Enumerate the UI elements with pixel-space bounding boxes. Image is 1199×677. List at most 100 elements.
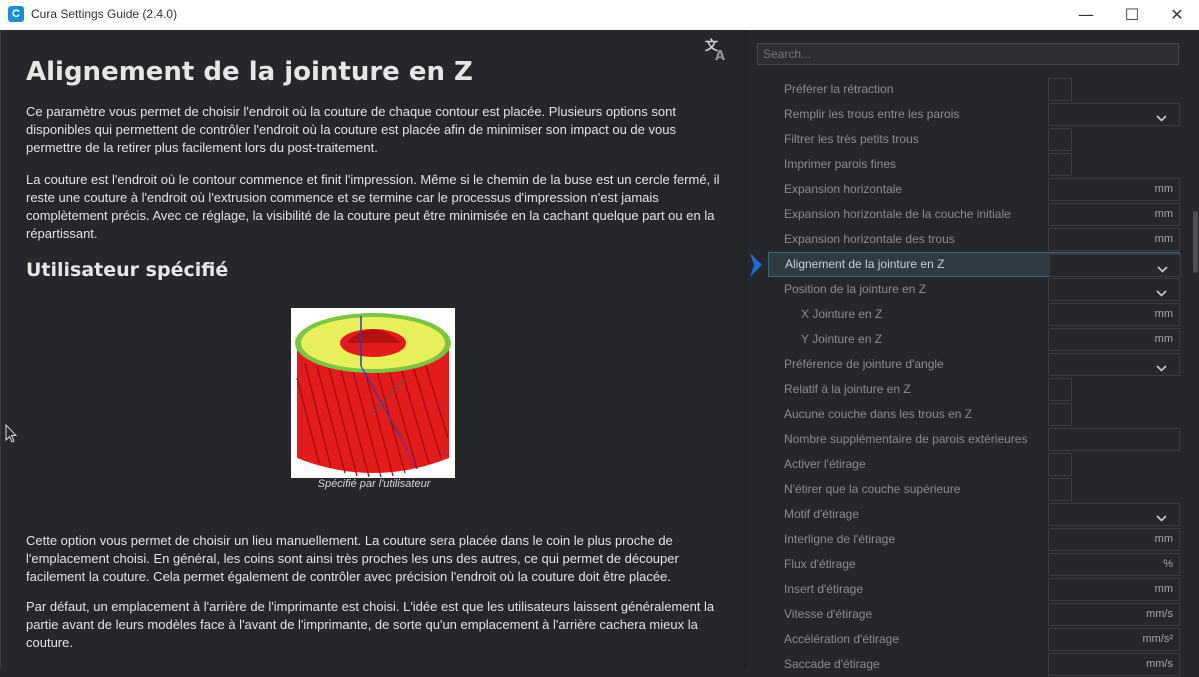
setting-row[interactable]: Activer l'étirage: [768, 452, 1180, 477]
setting-label: Motif d'étirage: [784, 507, 859, 521]
setting-label: Préférence de jointure d'angle: [784, 357, 944, 371]
setting-row[interactable]: Flux d'étirage%: [768, 552, 1180, 577]
window-title: Cura Settings Guide (2.4.0): [31, 7, 178, 21]
setting-label: Insert d'étirage: [784, 582, 864, 596]
translate-icon[interactable]: 文 A: [703, 36, 729, 62]
gear-model-image: [291, 308, 455, 478]
figure-caption: Spécifié par l'utilisateur: [317, 478, 431, 490]
setting-label: Expansion horizontale des trous: [784, 232, 955, 246]
setting-checkbox[interactable]: [1048, 78, 1072, 101]
setting-label: Interligne de l'étirage: [784, 532, 896, 546]
setting-row[interactable]: Insert d'étirage mm: [768, 577, 1180, 602]
setting-row[interactable]: Aucune couche dans les trous en Z: [768, 402, 1180, 427]
chevron-down-icon: [1156, 284, 1167, 297]
article-panel: 文 A Alignement de la jointure en Z Ce pa…: [0, 30, 745, 669]
setting-checkbox[interactable]: [1048, 453, 1072, 476]
setting-unit: mm/s: [1146, 658, 1173, 670]
setting-dropdown[interactable]: [1048, 278, 1180, 301]
setting-row[interactable]: Position de la jointure en Z: [768, 277, 1180, 302]
chevron-down-icon: [1156, 109, 1167, 122]
setting-label: Filtrer les très petits trous: [784, 132, 919, 146]
setting-row[interactable]: Remplir les trous entre les parois: [768, 102, 1180, 127]
setting-label: Imprimer parois fines: [784, 157, 897, 171]
setting-unit: mm: [1154, 233, 1173, 245]
setting-row[interactable]: Expansion horizontale des trous mm: [768, 227, 1180, 252]
section-paragraph-2: Par défaut, un emplacement à l'arrière d…: [26, 599, 715, 650]
setting-dropdown[interactable]: [1048, 503, 1180, 526]
maximize-button[interactable]: ☐: [1110, 0, 1154, 30]
setting-checkbox[interactable]: [1048, 153, 1072, 176]
intro-paragraph-1: Ce paramètre vous permet de choisir l'en…: [26, 104, 676, 155]
setting-unit: mm: [1154, 533, 1173, 545]
setting-unit: mm: [1154, 183, 1173, 195]
setting-dropdown[interactable]: [1048, 103, 1180, 126]
setting-number-input[interactable]: mm: [1048, 528, 1180, 551]
setting-number-input[interactable]: mm: [1048, 303, 1180, 326]
setting-dropdown[interactable]: [1049, 254, 1181, 277]
seam-illustration: [291, 308, 455, 478]
chevron-down-icon: [1156, 509, 1167, 522]
setting-label: X Jointure en Z: [801, 307, 883, 321]
setting-label: Flux d'étirage: [784, 557, 856, 571]
mouse-cursor-icon: [5, 424, 18, 443]
setting-label: Remplir les trous entre les parois: [784, 107, 960, 121]
setting-row[interactable]: Expansion horizontale mm: [768, 177, 1180, 202]
setting-number-input[interactable]: mm: [1048, 328, 1180, 351]
setting-row[interactable]: Expansion horizontale de la couche initi…: [768, 202, 1180, 227]
minimize-button[interactable]: —: [1064, 0, 1108, 30]
title-bar: C Cura Settings Guide (2.4.0) — ☐ ✕: [0, 0, 1199, 30]
close-button[interactable]: ✕: [1155, 0, 1199, 30]
setting-row[interactable]: Préférence de jointure d'angle: [768, 352, 1180, 377]
setting-checkbox[interactable]: [1048, 128, 1072, 151]
setting-number-input[interactable]: mm: [1048, 228, 1180, 251]
setting-label: Vitesse d'étirage: [784, 607, 873, 621]
setting-number-input[interactable]: %: [1048, 553, 1180, 576]
cura-app-icon: C: [8, 6, 24, 22]
svg-text:A: A: [715, 49, 725, 62]
setting-label: Préférer la rétraction: [784, 82, 894, 96]
setting-label: Relatif à la jointure en Z: [784, 382, 911, 396]
setting-number-input[interactable]: mm/s: [1048, 603, 1180, 626]
setting-unit: mm: [1154, 208, 1173, 220]
setting-row[interactable]: Saccade d'étirage mm/s: [768, 652, 1180, 677]
search-input[interactable]: [757, 43, 1179, 65]
setting-unit: mm/s: [1146, 608, 1173, 620]
setting-unit: %: [1163, 558, 1173, 570]
setting-row[interactable]: N'étirer que la couche supérieure: [768, 477, 1180, 502]
setting-row[interactable]: Interligne de l'étirage mm: [768, 527, 1180, 552]
setting-label: Aucune couche dans les trous en Z: [784, 407, 973, 421]
setting-checkbox[interactable]: [1048, 403, 1072, 426]
scrollbar-thumb[interactable]: [1193, 211, 1198, 273]
article-title: Alignement de la jointure en Z: [26, 57, 473, 87]
setting-row[interactable]: Alignement de la jointure en Z: [768, 252, 1181, 277]
settings-scrollbar[interactable]: [1192, 30, 1199, 669]
setting-number-input[interactable]: mm/s²: [1048, 628, 1180, 651]
setting-unit: mm: [1154, 583, 1173, 595]
setting-row[interactable]: X Jointure en Z mm: [768, 302, 1180, 327]
setting-number-input[interactable]: mm: [1048, 203, 1180, 226]
settings-panel: Préférer la rétraction Remplir les trous …: [746, 30, 1199, 676]
setting-unit: mm: [1154, 333, 1173, 345]
setting-label: Accélération d'étirage: [784, 632, 900, 646]
setting-label: Expansion horizontale: [784, 182, 903, 196]
setting-row[interactable]: Filtrer les très petits trous: [768, 127, 1180, 152]
setting-checkbox[interactable]: [1048, 478, 1072, 501]
section-title: Utilisateur spécifié: [26, 259, 229, 281]
setting-dropdown[interactable]: [1048, 353, 1180, 376]
setting-row[interactable]: Motif d'étirage: [768, 502, 1180, 527]
setting-checkbox[interactable]: [1048, 378, 1072, 401]
setting-number-input[interactable]: mm/s: [1048, 653, 1180, 676]
setting-row[interactable]: Accélération d'étirage mm/s²: [768, 627, 1180, 652]
setting-row[interactable]: Y Jointure en Z mm: [768, 327, 1180, 352]
setting-number-input[interactable]: mm: [1048, 578, 1180, 601]
setting-row[interactable]: Vitesse d'étirage mm/s: [768, 602, 1180, 627]
setting-row[interactable]: Imprimer parois fines: [768, 152, 1180, 177]
setting-row[interactable]: Préférer la rétraction: [768, 77, 1180, 102]
setting-label: Position de la jointure en Z: [784, 282, 927, 296]
setting-number-input[interactable]: mm: [1048, 178, 1180, 201]
setting-number-input[interactable]: [1048, 428, 1180, 451]
setting-row[interactable]: Relatif à la jointure en Z: [768, 377, 1180, 402]
setting-label: Nombre supplémentaire de parois extérieu…: [784, 432, 1028, 446]
setting-row[interactable]: Nombre supplémentaire de parois extérieu…: [768, 427, 1180, 452]
intro-paragraph-2: La couture est l'endroit où le contour c…: [26, 172, 720, 241]
